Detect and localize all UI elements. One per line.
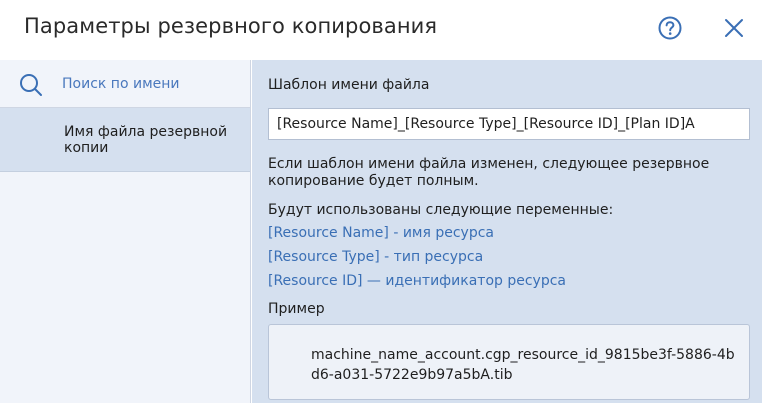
dialog-title: Параметры резервного копирования bbox=[24, 14, 438, 38]
help-button[interactable] bbox=[656, 14, 684, 42]
variable-resource-id-link[interactable]: [Resource ID] — идентификатор ресурса bbox=[268, 273, 566, 289]
help-circle-icon bbox=[658, 16, 682, 40]
example-box: machine_name_account.cgp_resource_id_981… bbox=[268, 324, 750, 400]
search-input[interactable] bbox=[62, 72, 242, 96]
example-label: Пример bbox=[268, 301, 325, 317]
sidebar: Имя файла резервной копии bbox=[0, 60, 251, 403]
variable-resource-type-link[interactable]: [Resource Type] - тип ресурса bbox=[268, 249, 483, 265]
variable-resource-name-link[interactable]: [Resource Name] - имя ресурса bbox=[268, 225, 494, 241]
sidebar-search bbox=[0, 60, 250, 108]
close-icon bbox=[725, 19, 743, 37]
close-button[interactable] bbox=[720, 14, 748, 42]
variables-label: Будут использованы следующие переменные: bbox=[268, 202, 614, 218]
sidebar-item-label: Имя файла резервной копии bbox=[64, 124, 228, 156]
example-value: machine_name_account.cgp_resource_id_981… bbox=[311, 347, 735, 383]
dialog-header: Параметры резервного копирования bbox=[0, 0, 762, 60]
full-backup-notice: Если шаблон имени файла изменен, следующ… bbox=[268, 156, 710, 189]
file-name-template-input[interactable] bbox=[268, 108, 750, 140]
search-icon bbox=[20, 74, 42, 96]
template-label: Шаблон имени файла bbox=[268, 77, 430, 93]
sidebar-item-backup-file-name[interactable]: Имя файла резервной копии bbox=[0, 108, 250, 172]
settings-panel: Шаблон имени файла Если шаблон имени фай… bbox=[252, 60, 762, 403]
